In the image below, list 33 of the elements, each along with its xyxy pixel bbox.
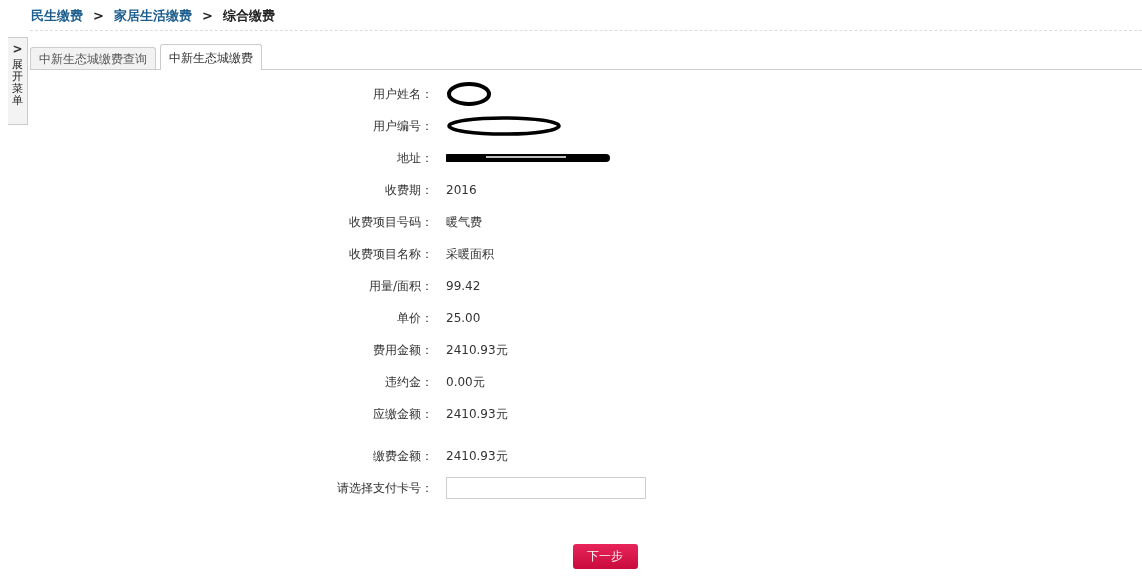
field-label: 违约金： xyxy=(385,373,433,391)
tab[interactable]: 中新生态城缴费 xyxy=(160,44,262,70)
breadcrumb-separator: > xyxy=(201,8,213,23)
field-value: 2016 xyxy=(446,183,477,197)
field-value: 2410.93元 xyxy=(446,447,508,465)
field-value: 25.00 xyxy=(446,311,481,325)
breadcrumb-item[interactable]: 民生缴费 xyxy=(31,6,83,25)
field-value: 99.42 xyxy=(446,279,481,293)
field-label: 应缴金额： xyxy=(373,405,433,423)
field-value: 2410.93元 xyxy=(446,341,508,359)
field-label: 收费项目名称： xyxy=(349,245,433,263)
field-label: 缴费金额： xyxy=(373,447,433,465)
field-label: 用量/面积： xyxy=(368,277,433,295)
field-label: 请选择支付卡号： xyxy=(337,479,433,497)
field-label: 单价： xyxy=(397,309,433,327)
breadcrumb-separator: > xyxy=(93,8,104,23)
field-label: 地址： xyxy=(397,149,433,167)
field-value: 采暖面积 xyxy=(446,245,494,263)
field-value: 0.00元 xyxy=(446,373,485,391)
expand-menu-tab[interactable]: > 展开菜单 xyxy=(8,37,28,125)
field-label: 费用金额： xyxy=(373,341,433,359)
field-value: 2410.93元 xyxy=(446,405,508,423)
redaction-mark xyxy=(446,80,492,108)
tab[interactable]: 中新生态城缴费查询 xyxy=(30,47,156,69)
breadcrumb-item[interactable]: 家居生活缴费 xyxy=(113,6,192,25)
breadcrumb-item: 综合缴费 xyxy=(222,6,275,25)
field-label: 收费项目号码： xyxy=(349,213,433,231)
next-button[interactable]: 下一步 xyxy=(572,544,638,569)
field-label: 用户编号： xyxy=(373,117,433,135)
field-label: 用户姓名： xyxy=(373,85,433,103)
field-value: 暖气费 xyxy=(446,213,482,231)
card-number-field[interactable] xyxy=(446,477,646,499)
field-label: 收费期： xyxy=(385,181,433,199)
